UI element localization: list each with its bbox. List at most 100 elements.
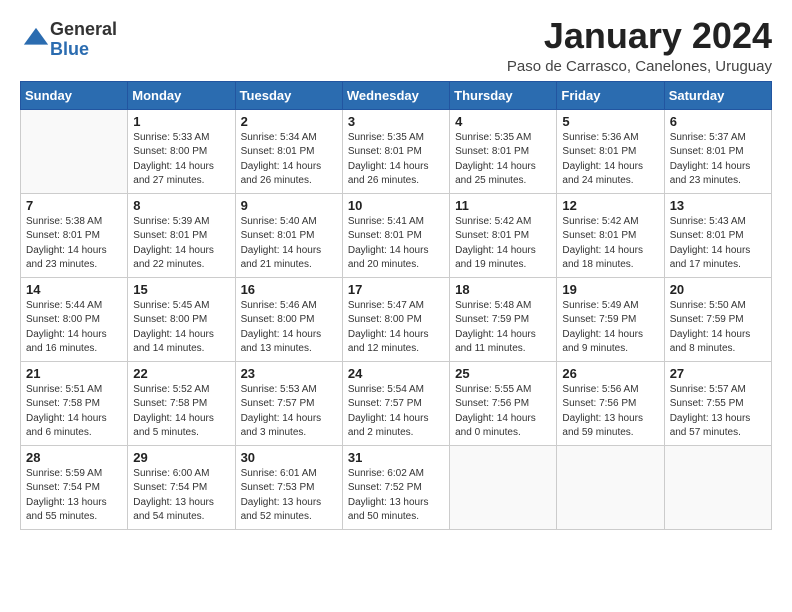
day-info: Sunrise: 5:47 AM Sunset: 8:00 PM Dayligh… xyxy=(348,299,444,357)
day-info: Sunrise: 6:02 AM Sunset: 7:52 PM Dayligh… xyxy=(348,467,444,525)
day-info: Sunrise: 6:00 AM Sunset: 7:54 PM Dayligh… xyxy=(133,467,229,525)
calendar-week-row: 1 Sunrise: 5:33 AM Sunset: 8:00 PM Daylig… xyxy=(21,109,772,193)
day-info: Sunrise: 5:33 AM Sunset: 8:00 PM Dayligh… xyxy=(133,131,229,189)
day-info: Sunrise: 5:42 AM Sunset: 8:01 PM Dayligh… xyxy=(562,215,658,273)
col-sunday: Sunday xyxy=(21,81,128,109)
day-info: Sunrise: 5:56 AM Sunset: 7:56 PM Dayligh… xyxy=(562,383,658,441)
day-info: Sunrise: 5:43 AM Sunset: 8:01 PM Dayligh… xyxy=(670,215,766,273)
day-number: 20 xyxy=(670,282,766,297)
table-row: 5 Sunrise: 5:36 AM Sunset: 8:01 PM Daylig… xyxy=(557,109,664,193)
day-number: 31 xyxy=(348,450,444,465)
day-info: Sunrise: 5:51 AM Sunset: 7:58 PM Dayligh… xyxy=(26,383,122,441)
day-info: Sunrise: 5:57 AM Sunset: 7:55 PM Dayligh… xyxy=(670,383,766,441)
table-row: 13 Sunrise: 5:43 AM Sunset: 8:01 PM Dayli… xyxy=(664,193,771,277)
day-number: 7 xyxy=(26,198,122,213)
day-number: 18 xyxy=(455,282,551,297)
day-info: Sunrise: 5:35 AM Sunset: 8:01 PM Dayligh… xyxy=(455,131,551,189)
table-row: 23Sunrise: 5:53 AM Sunset: 7:57 PM Dayli… xyxy=(235,361,342,445)
title-area: January 2024 Paso de Carrasco, Canelones… xyxy=(507,16,772,75)
logo-blue-text: Blue xyxy=(50,40,117,60)
page-header: General Blue January 2024 Paso de Carras… xyxy=(20,16,772,75)
day-number: 12 xyxy=(562,198,658,213)
table-row xyxy=(664,445,771,529)
day-number: 9 xyxy=(241,198,337,213)
table-row: 3 Sunrise: 5:35 AM Sunset: 8:01 PM Daylig… xyxy=(342,109,449,193)
day-number: 21 xyxy=(26,366,122,381)
table-row: 27 Sunrise: 5:57 AM Sunset: 7:55 PM Dayli… xyxy=(664,361,771,445)
day-info: Sunrise: 5:35 AM Sunset: 8:01 PM Dayligh… xyxy=(348,131,444,189)
table-row xyxy=(557,445,664,529)
logo-icon xyxy=(22,26,50,54)
day-info: Sunrise: 5:41 AM Sunset: 8:01 PM Dayligh… xyxy=(348,215,444,273)
day-number: 4 xyxy=(455,114,551,129)
col-wednesday: Wednesday xyxy=(342,81,449,109)
day-info: Sunrise: 5:42 AM Sunset: 8:01 PM Dayligh… xyxy=(455,215,551,273)
day-number: 30 xyxy=(241,450,337,465)
day-info: Sunrise: 5:46 AM Sunset: 8:00 PM Dayligh… xyxy=(241,299,337,357)
table-row: 6 Sunrise: 5:37 AM Sunset: 8:01 PM Daylig… xyxy=(664,109,771,193)
table-row: 1 Sunrise: 5:33 AM Sunset: 8:00 PM Daylig… xyxy=(128,109,235,193)
day-number: 8 xyxy=(133,198,229,213)
table-row: 31 Sunrise: 6:02 AM Sunset: 7:52 PM Dayli… xyxy=(342,445,449,529)
calendar-week-row: 7 Sunrise: 5:38 AM Sunset: 8:01 PM Daylig… xyxy=(21,193,772,277)
day-number: 2 xyxy=(241,114,337,129)
day-number: 25 xyxy=(455,366,551,381)
day-number: 24 xyxy=(348,366,444,381)
day-number: 5 xyxy=(562,114,658,129)
table-row: 11Sunrise: 5:42 AM Sunset: 8:01 PM Dayli… xyxy=(450,193,557,277)
day-info: Sunrise: 5:50 AM Sunset: 7:59 PM Dayligh… xyxy=(670,299,766,357)
table-row: 24 Sunrise: 5:54 AM Sunset: 7:57 PM Dayli… xyxy=(342,361,449,445)
day-number: 26 xyxy=(562,366,658,381)
table-row: 16 Sunrise: 5:46 AM Sunset: 8:00 PM Dayli… xyxy=(235,277,342,361)
day-number: 10 xyxy=(348,198,444,213)
day-number: 16 xyxy=(241,282,337,297)
table-row: 29 Sunrise: 6:00 AM Sunset: 7:54 PM Dayli… xyxy=(128,445,235,529)
table-row: 19 Sunrise: 5:49 AM Sunset: 7:59 PM Dayli… xyxy=(557,277,664,361)
calendar-week-row: 21 Sunrise: 5:51 AM Sunset: 7:58 PM Dayli… xyxy=(21,361,772,445)
table-row: 21 Sunrise: 5:51 AM Sunset: 7:58 PM Dayli… xyxy=(21,361,128,445)
table-row: 22 Sunrise: 5:52 AM Sunset: 7:58 PM Dayli… xyxy=(128,361,235,445)
table-row: 17Sunrise: 5:47 AM Sunset: 8:00 PM Dayli… xyxy=(342,277,449,361)
table-row: 14 Sunrise: 5:44 AM Sunset: 8:00 PM Dayli… xyxy=(21,277,128,361)
calendar-week-row: 14 Sunrise: 5:44 AM Sunset: 8:00 PM Dayli… xyxy=(21,277,772,361)
day-number: 27 xyxy=(670,366,766,381)
day-number: 29 xyxy=(133,450,229,465)
calendar-header-row: Sunday Monday Tuesday Wednesday Thursday… xyxy=(21,81,772,109)
day-info: Sunrise: 5:49 AM Sunset: 7:59 PM Dayligh… xyxy=(562,299,658,357)
table-row: 2 Sunrise: 5:34 AM Sunset: 8:01 PM Daylig… xyxy=(235,109,342,193)
day-number: 28 xyxy=(26,450,122,465)
day-info: Sunrise: 5:52 AM Sunset: 7:58 PM Dayligh… xyxy=(133,383,229,441)
col-saturday: Saturday xyxy=(664,81,771,109)
col-tuesday: Tuesday xyxy=(235,81,342,109)
day-number: 1 xyxy=(133,114,229,129)
day-number: 6 xyxy=(670,114,766,129)
day-number: 13 xyxy=(670,198,766,213)
day-info: Sunrise: 5:59 AM Sunset: 7:54 PM Dayligh… xyxy=(26,467,122,525)
col-thursday: Thursday xyxy=(450,81,557,109)
table-row: 28 Sunrise: 5:59 AM Sunset: 7:54 PM Dayli… xyxy=(21,445,128,529)
day-info: Sunrise: 5:54 AM Sunset: 7:57 PM Dayligh… xyxy=(348,383,444,441)
day-info: Sunrise: 5:36 AM Sunset: 8:01 PM Dayligh… xyxy=(562,131,658,189)
day-number: 3 xyxy=(348,114,444,129)
day-number: 22 xyxy=(133,366,229,381)
table-row: 4 Sunrise: 5:35 AM Sunset: 8:01 PM Daylig… xyxy=(450,109,557,193)
day-info: Sunrise: 5:48 AM Sunset: 7:59 PM Dayligh… xyxy=(455,299,551,357)
table-row xyxy=(21,109,128,193)
day-number: 19 xyxy=(562,282,658,297)
day-info: Sunrise: 5:45 AM Sunset: 8:00 PM Dayligh… xyxy=(133,299,229,357)
calendar-table: Sunday Monday Tuesday Wednesday Thursday… xyxy=(20,81,772,530)
table-row: 20 Sunrise: 5:50 AM Sunset: 7:59 PM Dayli… xyxy=(664,277,771,361)
day-info: Sunrise: 5:38 AM Sunset: 8:01 PM Dayligh… xyxy=(26,215,122,273)
location-title: Paso de Carrasco, Canelones, Uruguay xyxy=(507,58,772,75)
table-row: 30 Sunrise: 6:01 AM Sunset: 7:53 PM Dayli… xyxy=(235,445,342,529)
day-info: Sunrise: 6:01 AM Sunset: 7:53 PM Dayligh… xyxy=(241,467,337,525)
day-info: Sunrise: 5:53 AM Sunset: 7:57 PM Dayligh… xyxy=(241,383,337,441)
month-title: January 2024 xyxy=(507,16,772,56)
day-number: 14 xyxy=(26,282,122,297)
day-info: Sunrise: 5:34 AM Sunset: 8:01 PM Dayligh… xyxy=(241,131,337,189)
col-friday: Friday xyxy=(557,81,664,109)
calendar-week-row: 28 Sunrise: 5:59 AM Sunset: 7:54 PM Dayli… xyxy=(21,445,772,529)
day-info: Sunrise: 5:37 AM Sunset: 8:01 PM Dayligh… xyxy=(670,131,766,189)
table-row: 10 Sunrise: 5:41 AM Sunset: 8:01 PM Dayli… xyxy=(342,193,449,277)
day-info: Sunrise: 5:44 AM Sunset: 8:00 PM Dayligh… xyxy=(26,299,122,357)
